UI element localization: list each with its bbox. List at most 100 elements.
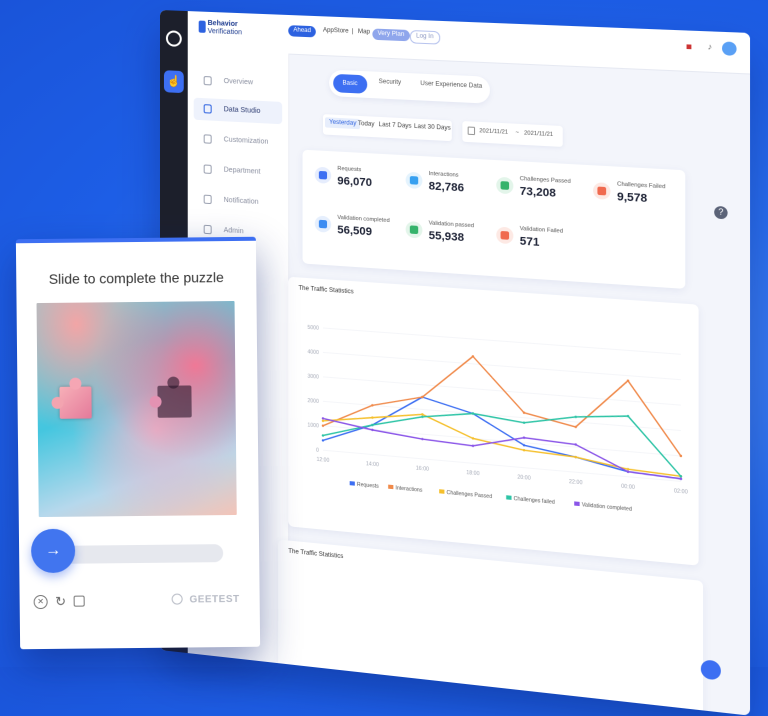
sidebar-item-label: Customization	[223, 136, 269, 146]
sidebar-item-notification[interactable]: Notification	[188, 188, 289, 216]
traffic-line-chart: 5000 4000 3000 2000 1000 0 12:00 14:00 16:00 18:0…	[307, 325, 688, 513]
tab-bar: Basic Security User Experience Data	[329, 69, 490, 104]
feedback-icon[interactable]	[73, 595, 85, 607]
stat-value: 571	[519, 235, 540, 249]
validation-completed-icon	[314, 215, 332, 233]
data-point	[574, 455, 578, 459]
slider-handle[interactable]: →	[30, 528, 76, 574]
sidebar-item-department[interactable]: Department	[188, 158, 289, 186]
stat-label: Requests	[337, 165, 362, 174]
chat-icon[interactable]	[700, 659, 721, 681]
x-tick-label: 12:00	[317, 457, 330, 464]
flag-icon[interactable]: ■	[686, 41, 692, 52]
captcha-card: Slide to complete the puzzle → ✕ ↻ GEETE…	[15, 236, 261, 650]
requests-icon	[314, 166, 332, 184]
legend-swatch	[506, 495, 512, 500]
avatar[interactable]	[722, 41, 737, 56]
filter-last-7-days[interactable]: Last 7 Days	[379, 122, 412, 130]
traffic-chart-card: The Traffic Statistics 5000 4000 3000 2000 1…	[288, 276, 699, 566]
login-button[interactable]: Log In	[409, 30, 440, 45]
legend-label: Interactions	[395, 485, 423, 494]
data-point	[471, 444, 475, 448]
data-point	[421, 413, 424, 416]
stat-label: Validation passed	[428, 220, 475, 230]
y-tick-label: 0	[316, 448, 319, 454]
date-range-picker[interactable]: 2021/11/21 ~ 2021/11/21	[462, 121, 563, 147]
sidebar-item-label: Data Studio	[223, 106, 261, 116]
hand-icon[interactable]: ☝	[163, 70, 184, 94]
x-tick-label: 00:00	[621, 484, 635, 492]
legend-swatch	[574, 501, 580, 507]
data-point	[421, 437, 424, 441]
stat-value: 82,786	[428, 180, 465, 195]
data-point	[522, 443, 526, 447]
close-icon[interactable]: ✕	[33, 594, 48, 610]
legend-swatch	[349, 481, 355, 486]
stat-label: Challenges Failed	[617, 181, 666, 191]
brand-subtitle: Verification	[207, 27, 242, 37]
x-tick-label: 14:00	[366, 461, 379, 468]
data-point	[371, 416, 374, 419]
legend-label: Challenges Passed	[447, 490, 493, 500]
tab-user-experience-data[interactable]: User Experience Data	[420, 81, 482, 90]
notification-icon	[203, 194, 212, 205]
legend-label: Challenges failed	[514, 496, 555, 506]
stat-label: Challenges Passed	[519, 175, 571, 186]
help-icon[interactable]: ?	[714, 205, 728, 220]
appstore-link[interactable]: AppStore	[323, 28, 349, 35]
sidebar-item-customization[interactable]: Customization	[188, 127, 289, 155]
data-point	[679, 454, 683, 458]
overview-icon	[203, 76, 212, 86]
brand-logo-icon	[198, 20, 206, 33]
bell-icon[interactable]: ♪	[708, 42, 712, 52]
data-point	[626, 470, 630, 474]
main-content: Basic Security User Experience Data Yest…	[278, 54, 750, 716]
puzzle-slot	[157, 385, 192, 418]
data-point	[321, 417, 325, 420]
data-point	[321, 419, 325, 423]
challenges-passed-icon	[496, 176, 514, 195]
sidebar-item-overview[interactable]: Overview	[188, 69, 289, 96]
refresh-icon[interactable]: ↻	[54, 594, 68, 609]
interactions-icon	[405, 171, 423, 190]
y-tick-label: 5000	[307, 325, 319, 332]
data-point	[421, 415, 424, 419]
app-logo-icon[interactable]	[165, 30, 182, 47]
challenges-failed-icon	[593, 182, 611, 200]
brand: Behavior Verification	[198, 20, 242, 38]
filter-today[interactable]: Today	[358, 121, 375, 128]
x-tick-label: 22:00	[569, 479, 583, 487]
sidebar-item-label: Overview	[223, 77, 254, 87]
grid-line	[323, 328, 681, 354]
stat-value: 56,509	[337, 223, 373, 239]
sidebar-item-data-studio[interactable]: Data Studio	[193, 97, 283, 125]
sidebar-item-label: Department	[223, 166, 261, 176]
y-tick-label: 1000	[307, 422, 319, 429]
x-tick-label: 20:00	[517, 474, 531, 481]
date-filter-group: Yesterday Today Last 7 Days Last 30 Days	[322, 114, 452, 142]
filter-yesterday[interactable]: Yesterday	[325, 117, 361, 130]
series-line-interactions	[323, 345, 681, 456]
date-separator: ~	[515, 129, 519, 137]
stats-panel: Requests 96,070 Interactions 82,786 Chal…	[302, 149, 686, 289]
stat-value: 73,208	[519, 185, 556, 200]
data-point	[471, 437, 475, 440]
map-link[interactable]: Map	[358, 29, 370, 36]
data-point	[522, 436, 526, 440]
puzzle-piece[interactable]	[59, 386, 92, 419]
ahead-badge[interactable]: Ahead	[288, 25, 317, 38]
department-icon	[203, 164, 212, 174]
legend-swatch	[439, 489, 445, 494]
stat-value: 9,578	[617, 190, 648, 206]
tab-basic[interactable]: Basic	[333, 73, 367, 94]
captcha-title: Slide to complete the puzzle	[48, 269, 224, 287]
filter-last-30-days[interactable]: Last 30 Days	[414, 124, 451, 132]
nav-separator: |	[351, 28, 354, 35]
data-point	[471, 412, 475, 415]
stat-label: Interactions	[428, 170, 459, 179]
tab-security[interactable]: Security	[379, 79, 402, 86]
stat-value: 55,938	[428, 229, 465, 245]
stat-label: Validation Failed	[519, 225, 564, 235]
y-tick-label: 3000	[307, 374, 319, 381]
plan-button[interactable]: Very Plan	[372, 28, 410, 42]
